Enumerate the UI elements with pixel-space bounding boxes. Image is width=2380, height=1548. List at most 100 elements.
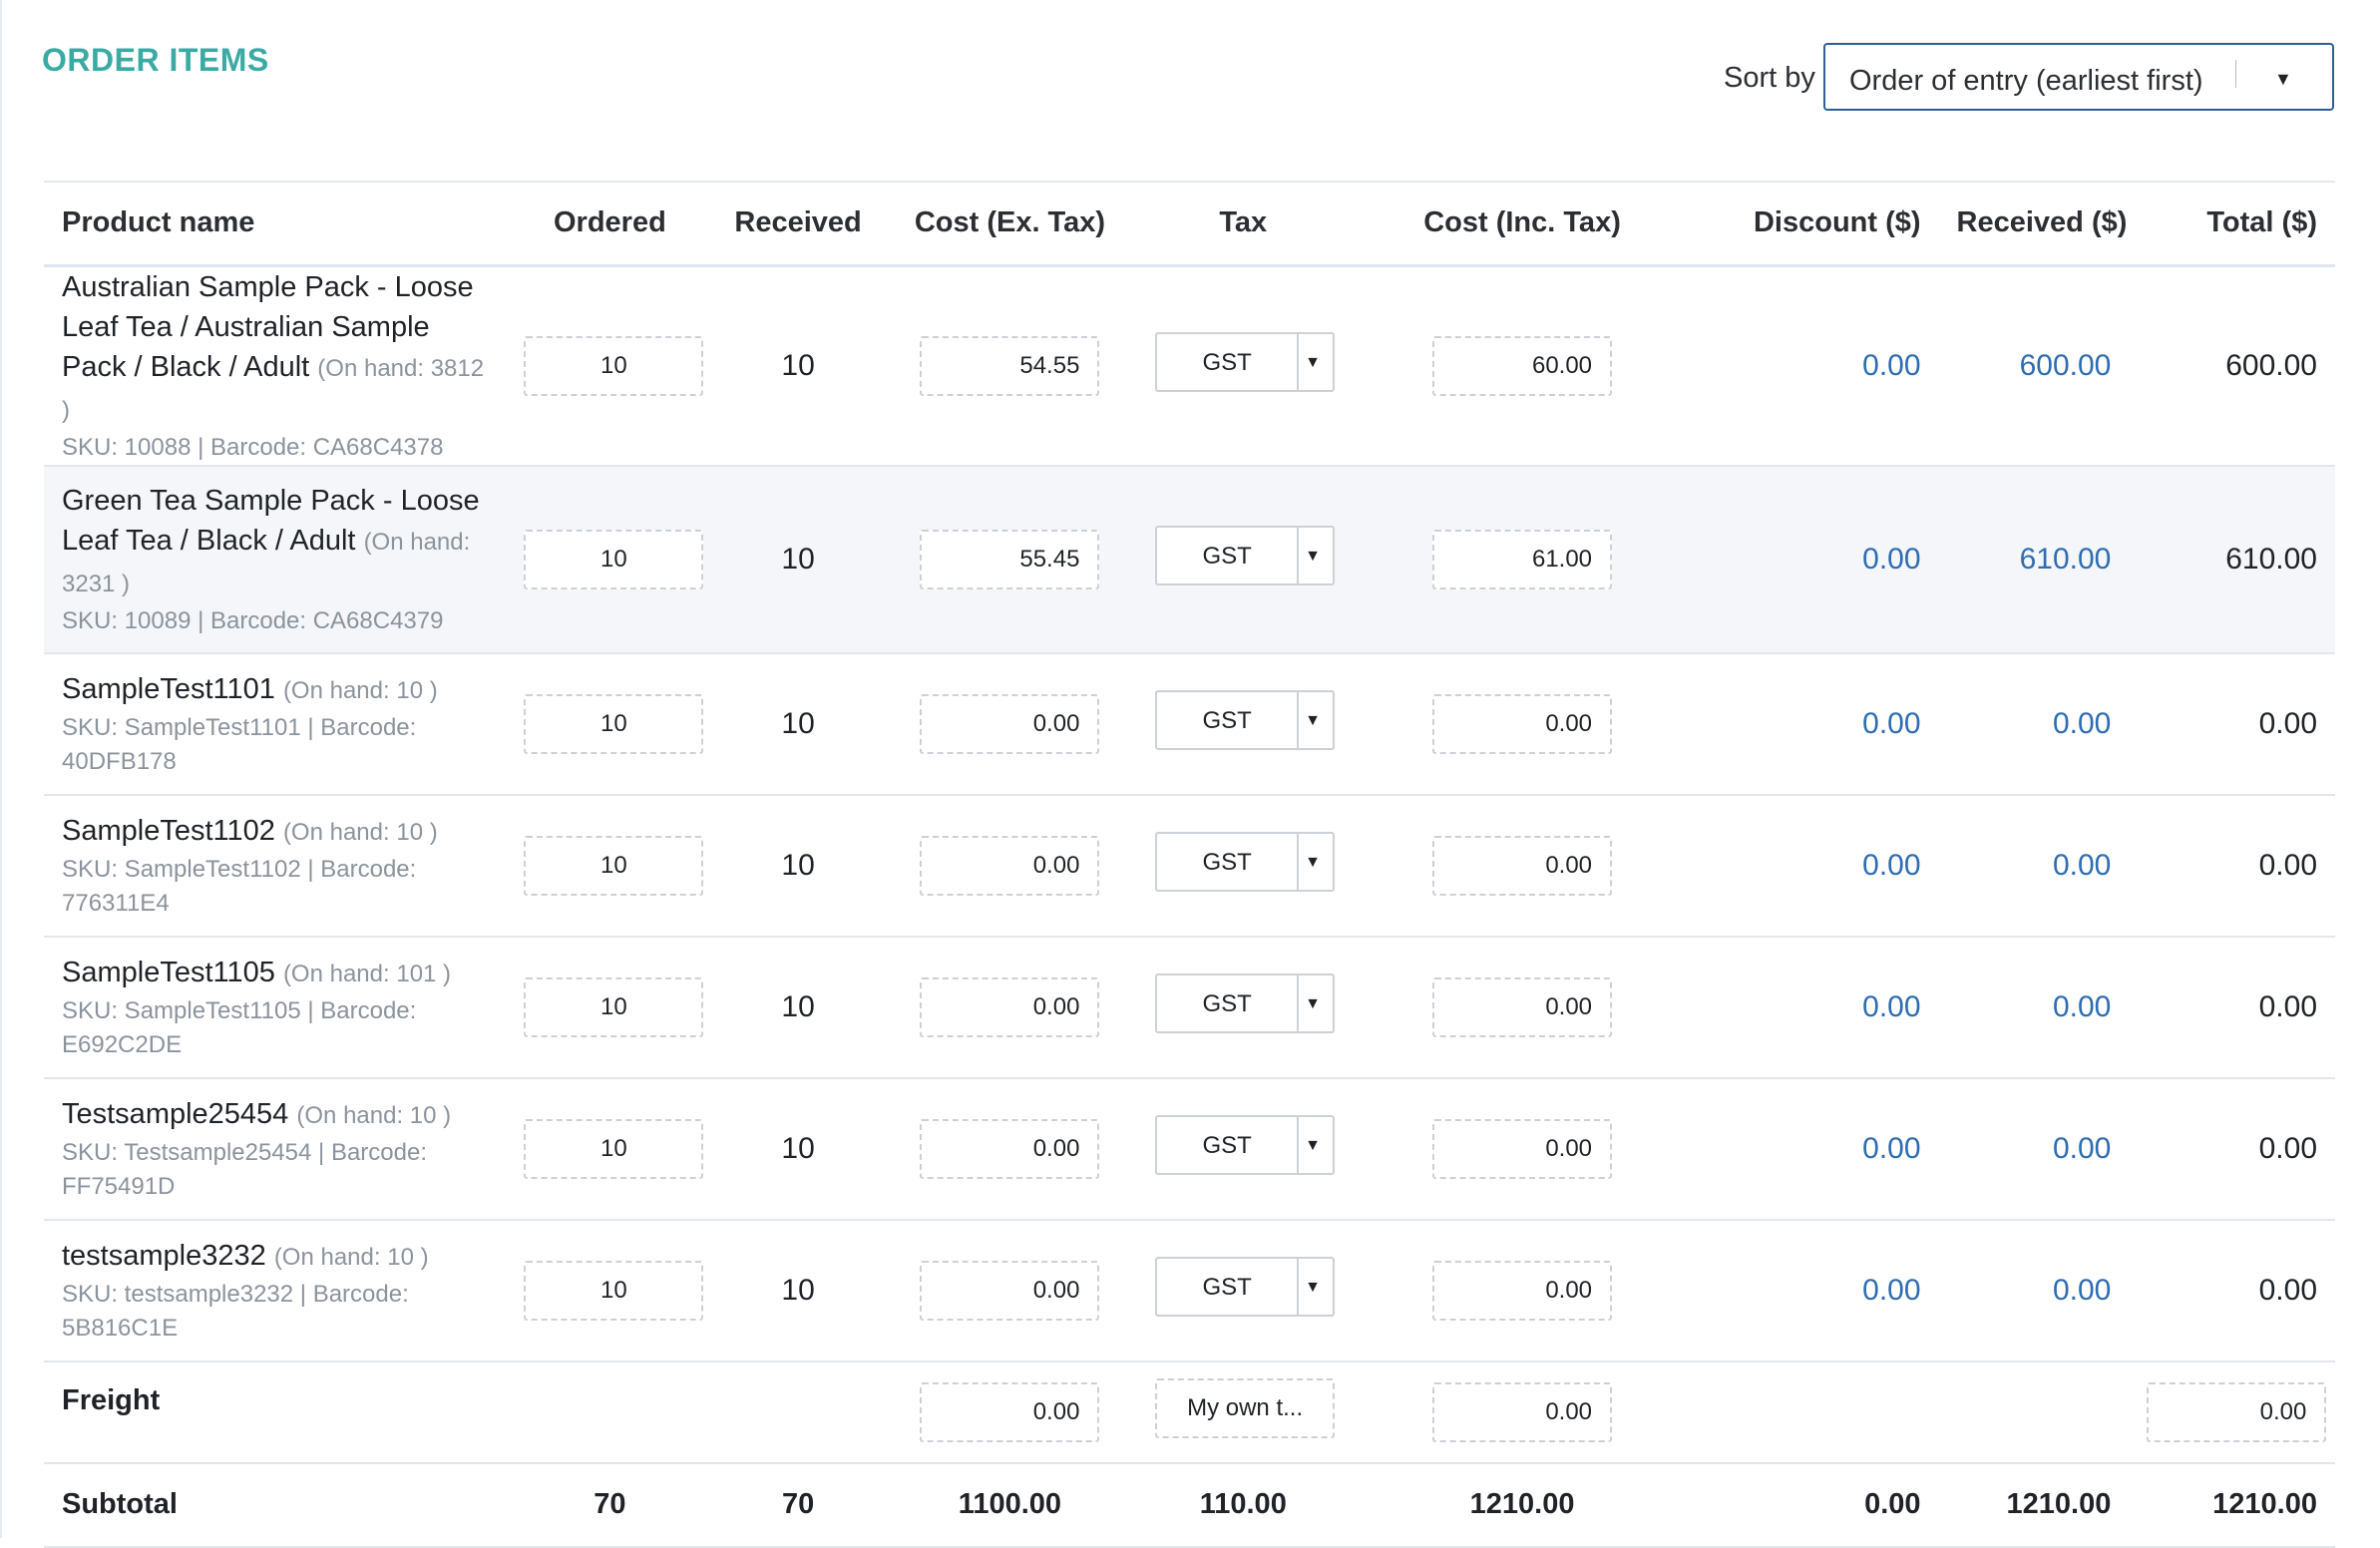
cost-ex-tax-input[interactable]: 55.45 (920, 529, 1100, 589)
cost-inc-tax-input[interactable]: 0.00 (1432, 1260, 1613, 1321)
received-amount-link[interactable]: 600.00 (1939, 265, 2130, 466)
discount-link[interactable]: 0.00 (1696, 466, 1939, 653)
cost-inc-tax-input[interactable]: 60.00 (1432, 335, 1613, 396)
empty-cell (713, 1361, 882, 1463)
chevron-down-icon: ▼ (1305, 353, 1321, 371)
subtotal-label: Subtotal (62, 1488, 178, 1520)
cost-inc-tax-input[interactable]: 0.00 (1432, 976, 1613, 1037)
freight-tax-select[interactable]: My own t... (1155, 1377, 1336, 1438)
cost-inc-tax-input[interactable]: 0.00 (1432, 1118, 1613, 1179)
cost-ex-tax-input[interactable]: 0.00 (920, 1260, 1100, 1321)
chevron-down-icon: ▼ (1305, 994, 1321, 1012)
tax-select[interactable]: GST ▼ (1155, 1256, 1336, 1317)
product-cell: SampleTest1102 (On hand: 10 ) SKU: Sampl… (44, 795, 506, 937)
section-title: ORDER ITEMS (42, 42, 269, 78)
tax-select-separator (1297, 333, 1300, 390)
product-name[interactable]: SampleTest1101 (62, 673, 275, 705)
discount-link[interactable]: 0.00 (1696, 795, 1939, 937)
cost-ex-tax-input[interactable]: 54.55 (920, 335, 1100, 396)
table-row: SampleTest1101 (On hand: 10 ) SKU: Sampl… (44, 653, 2335, 795)
received-amount-link[interactable]: 610.00 (1939, 466, 2130, 653)
table-header-row: Product name Ordered Received Cost (Ex. … (44, 182, 2335, 265)
ordered-qty-input[interactable]: 10 (524, 1118, 704, 1179)
col-header-tax[interactable]: Tax (1137, 182, 1349, 265)
tax-value: GST (1202, 1273, 1252, 1301)
product-cell: Australian Sample Pack - Loose Leaf Tea … (44, 265, 506, 466)
ordered-qty-input[interactable]: 10 (524, 529, 704, 589)
col-header-total[interactable]: Total ($) (2129, 182, 2335, 265)
line-total: 0.00 (2258, 989, 2317, 1023)
cost-ex-tax-input[interactable]: 0.00 (920, 693, 1100, 754)
order-items-panel: ORDER ITEMS Sort by Order of entry (earl… (0, 0, 2380, 1547)
received-amount-link[interactable]: 0.00 (1939, 1078, 2130, 1220)
sku-line: SKU: 10089 | Barcode: CA68C4379 (62, 606, 444, 634)
empty-cell (506, 1361, 713, 1463)
table-row: SampleTest1105 (On hand: 101 ) SKU: Samp… (44, 937, 2335, 1078)
table-row: Testsample25454 (On hand: 10 ) SKU: Test… (44, 1078, 2335, 1220)
col-header-cost-inc-tax[interactable]: Cost (Inc. Tax) (1349, 182, 1695, 265)
sku-line: SKU: SampleTest1102 | Barcode: 776311E4 (62, 855, 417, 917)
product-name[interactable]: Testsample25454 (62, 1098, 288, 1130)
tax-select[interactable]: GST ▼ (1155, 689, 1336, 750)
received-qty: 10 (781, 348, 815, 382)
cost-ex-tax-input[interactable]: 0.00 (920, 976, 1100, 1037)
sort-selected-value: Order of entry (earliest first) (1849, 65, 2203, 97)
product-name[interactable]: testsample3232 (62, 1240, 266, 1272)
product-name[interactable]: SampleTest1102 (62, 815, 275, 847)
sort-select[interactable]: Order of entry (earliest first) ▼ (1823, 43, 2334, 111)
discount-link[interactable]: 0.00 (1696, 1078, 1939, 1220)
cost-ex-tax-input[interactable]: 0.00 (920, 835, 1100, 896)
tax-select[interactable]: GST ▼ (1155, 331, 1336, 392)
freight-cost-inc-tax-input[interactable]: 0.00 (1432, 1381, 1613, 1442)
ordered-qty-input[interactable]: 10 (524, 1260, 704, 1321)
empty-cell (1939, 1361, 2130, 1463)
discount-link[interactable]: 0.00 (1696, 653, 1939, 795)
sku-line: SKU: 10088 | Barcode: CA68C4378 (62, 433, 444, 461)
col-header-received[interactable]: Received (713, 182, 882, 265)
discount-link[interactable]: 0.00 (1696, 265, 1939, 466)
sort-label: Sort by (1724, 62, 1815, 94)
col-header-product-name[interactable]: Product name (44, 182, 506, 265)
table-row: testsample3232 (On hand: 10 ) SKU: tests… (44, 1220, 2335, 1361)
chevron-down-icon: ▼ (2274, 69, 2292, 89)
tax-select-separator (1297, 1116, 1300, 1173)
subtotal-total: 1210.00 (2212, 1488, 2317, 1520)
received-amount-link[interactable]: 0.00 (1939, 795, 2130, 937)
product-name[interactable]: SampleTest1105 (62, 957, 275, 988)
tax-select[interactable]: GST ▼ (1155, 972, 1336, 1033)
col-header-discount[interactable]: Discount ($) (1696, 182, 1939, 265)
received-amount-link[interactable]: 0.00 (1939, 1220, 2130, 1361)
tax-select[interactable]: GST ▼ (1155, 1114, 1336, 1175)
ordered-qty-input[interactable]: 10 (524, 335, 704, 396)
sku-line: SKU: SampleTest1101 | Barcode: 40DFB178 (62, 713, 417, 775)
sku-line: SKU: SampleTest1105 | Barcode: E692C2DE (62, 996, 417, 1058)
received-amount-link[interactable]: 0.00 (1939, 937, 2130, 1078)
line-total: 0.00 (2258, 706, 2317, 740)
cost-inc-tax-input[interactable]: 0.00 (1432, 835, 1613, 896)
received-qty: 10 (781, 989, 815, 1023)
ordered-qty-input[interactable]: 10 (524, 835, 704, 896)
cost-inc-tax-input[interactable]: 0.00 (1432, 693, 1613, 754)
tax-value: GST (1202, 1131, 1252, 1159)
ordered-qty-input[interactable]: 10 (524, 976, 704, 1037)
received-qty: 10 (781, 1273, 815, 1307)
subtotal-cost-ex-tax: 1100.00 (958, 1488, 1062, 1520)
freight-label: Freight (62, 1383, 161, 1416)
subtotal-discount: 0.00 (1864, 1488, 1921, 1520)
discount-link[interactable]: 0.00 (1696, 1220, 1939, 1361)
cost-inc-tax-input[interactable]: 61.00 (1432, 529, 1613, 589)
received-amount-link[interactable]: 0.00 (1939, 653, 2130, 795)
col-header-received-amount[interactable]: Received ($) (1939, 182, 2130, 265)
ordered-qty-input[interactable]: 10 (524, 693, 704, 754)
cost-ex-tax-input[interactable]: 0.00 (920, 1118, 1100, 1179)
line-total: 0.00 (2258, 848, 2317, 882)
freight-cost-ex-tax-input[interactable]: 0.00 (920, 1381, 1100, 1442)
discount-link[interactable]: 0.00 (1696, 937, 1939, 1078)
tax-select[interactable]: GST ▼ (1155, 525, 1336, 585)
col-header-ordered[interactable]: Ordered (506, 182, 713, 265)
col-header-cost-ex-tax[interactable]: Cost (Ex. Tax) (883, 182, 1137, 265)
tax-select[interactable]: GST ▼ (1155, 831, 1336, 892)
on-hand: (On hand: 10 ) (282, 676, 438, 704)
freight-total-input[interactable]: 0.00 (2147, 1381, 2327, 1442)
table-row: SampleTest1102 (On hand: 10 ) SKU: Sampl… (44, 795, 2335, 937)
